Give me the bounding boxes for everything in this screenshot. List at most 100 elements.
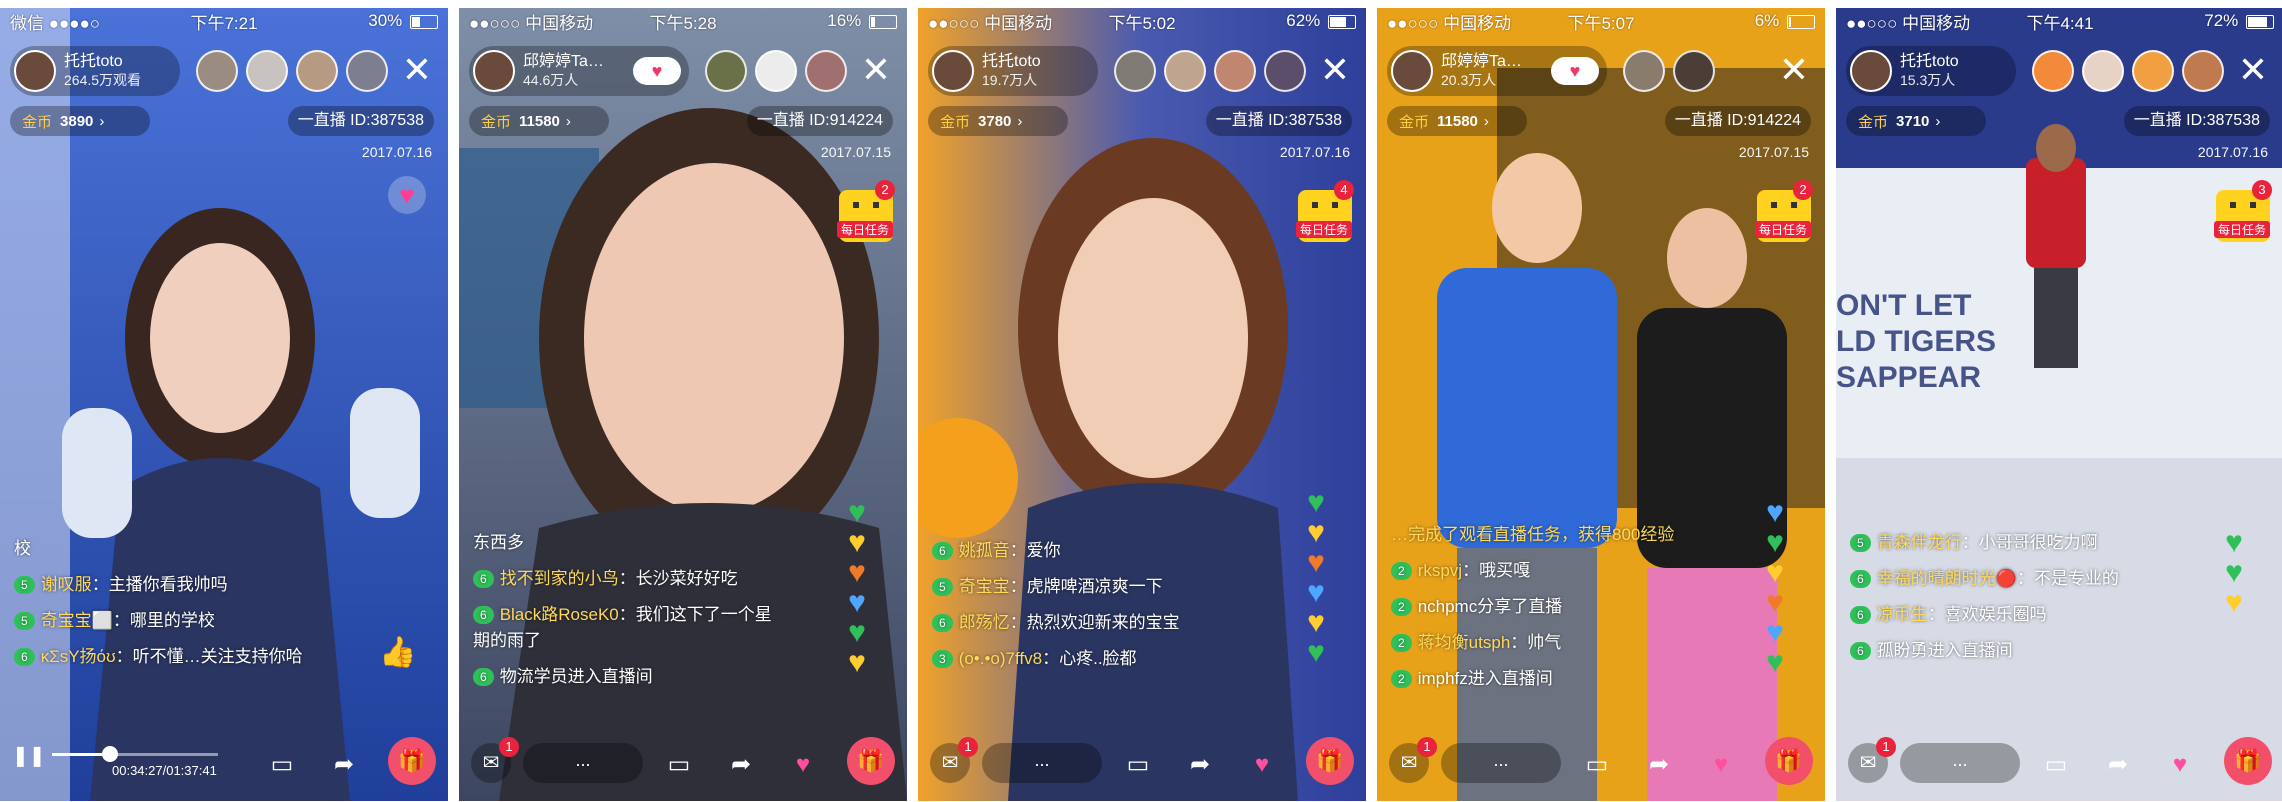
viewer-avatar[interactable]: [346, 50, 388, 92]
viewer-avatar[interactable]: [1623, 50, 1665, 92]
close-icon[interactable]: ✕: [1779, 52, 1809, 88]
comment-input[interactable]: ...: [1441, 743, 1561, 783]
chevron-right-icon: ›: [1017, 112, 1023, 130]
chat-username[interactable]: (o•.•o)7ffv8: [959, 649, 1042, 668]
progress-knob[interactable]: [102, 746, 119, 762]
coin-pill[interactable]: 金币 3890 ›: [10, 106, 150, 136]
viewer-avatar[interactable]: [705, 50, 747, 92]
battery-percent: 62%: [1286, 11, 1321, 30]
host-pill[interactable]: 邱婷婷Ta… 44.6万人 ♥: [469, 46, 689, 96]
heart-icon[interactable]: ♥: [388, 176, 426, 214]
coin-pill[interactable]: 金币 3780 ›: [928, 106, 1068, 136]
chat-username[interactable]: 姚孤音: [959, 541, 1010, 560]
avatar[interactable]: [1391, 50, 1433, 92]
host-pill[interactable]: 托托toto 264.5万观看: [10, 46, 180, 96]
like-icon[interactable]: ♥: [1701, 751, 1741, 779]
daily-task-badge[interactable]: 每日任务 2: [835, 180, 895, 242]
coin-pill[interactable]: 金币 11580 ›: [469, 106, 609, 136]
coin-pill[interactable]: 金币 3710 ›: [1846, 106, 1986, 136]
viewer-avatar[interactable]: [2082, 50, 2124, 92]
chat-list: 东西多 6 找不到家的小鸟：长沙菜好好吃 6 Black路RoseK0：我们这下了一…: [473, 530, 773, 700]
viewer-avatar[interactable]: [1673, 50, 1715, 92]
chat-username[interactable]: 幸福的晴朗时光🔴: [1877, 569, 2017, 588]
close-icon[interactable]: ✕: [1320, 52, 1350, 88]
daily-task-badge[interactable]: 每日任务 3: [2212, 180, 2272, 242]
like-heart-icon: ♥: [2225, 526, 2243, 559]
progress-bar[interactable]: [52, 746, 218, 762]
viewer-avatar[interactable]: [805, 50, 847, 92]
viewer-avatar[interactable]: [1164, 50, 1206, 92]
viewer-avatar[interactable]: [1214, 50, 1256, 92]
viewer-avatar[interactable]: [755, 50, 797, 92]
viewer-avatar[interactable]: [2032, 50, 2074, 92]
avatar[interactable]: [932, 50, 974, 92]
gift-button[interactable]: 🎁: [847, 737, 895, 785]
chat-username[interactable]: 凉币生: [1877, 605, 1928, 624]
chat-username[interactable]: 郎殇忆: [959, 613, 1010, 632]
viewer-avatar[interactable]: [2182, 50, 2224, 92]
chat-username[interactable]: 青森伴龙行: [1877, 533, 1962, 552]
gift-button[interactable]: 🎁: [1765, 737, 1813, 785]
chat-username[interactable]: rkspvj: [1418, 561, 1462, 580]
gift-button[interactable]: 🎁: [1306, 737, 1354, 785]
message-icon[interactable]: ✉ 1: [1848, 737, 1896, 783]
viewer-avatar[interactable]: [1114, 50, 1156, 92]
like-icon[interactable]: ♥: [2160, 751, 2200, 779]
share-icon[interactable]: ➦: [1639, 750, 1679, 779]
message-icon[interactable]: ✉ 1: [471, 737, 519, 783]
viewer-avatar[interactable]: [2132, 50, 2174, 92]
message-icon[interactable]: ✉ 1: [1389, 737, 1437, 783]
comment-input[interactable]: ...: [523, 743, 643, 783]
chat-username[interactable]: 奇宝宝: [959, 577, 1010, 596]
heart-icon: ♥: [651, 60, 663, 81]
viewer-avatar[interactable]: [296, 50, 338, 92]
avatar[interactable]: [14, 50, 56, 92]
follow-button[interactable]: ♥: [1551, 57, 1599, 85]
level-badge: 2: [1391, 634, 1412, 652]
gift-button[interactable]: 🎁: [388, 737, 436, 785]
host-pill[interactable]: 托托toto 15.3万人: [1846, 46, 2016, 96]
host-fans: 19.7万人: [982, 72, 1038, 88]
chat-username[interactable]: 奇宝宝⬜: [41, 611, 113, 630]
share-icon[interactable]: ➦: [721, 750, 761, 779]
viewer-avatar[interactable]: [196, 50, 238, 92]
video-player[interactable]: ❚❚ 00:34:27/01:37:41: [12, 737, 238, 778]
chat-text: ：小哥哥很吃力啊: [1961, 533, 2098, 552]
share-icon[interactable]: ➦: [2098, 750, 2138, 779]
chat-username[interactable]: 找不到家的小鸟: [500, 569, 619, 588]
chat-message: …完成了观看直播任务，获得800经验: [1391, 522, 1691, 548]
camera-icon[interactable]: ▭: [1118, 750, 1158, 779]
host-pill[interactable]: 托托toto 19.7万人: [928, 46, 1098, 96]
chat-username[interactable]: 谢叹服: [41, 575, 92, 594]
like-icon[interactable]: ♥: [1242, 751, 1282, 779]
close-icon[interactable]: ✕: [402, 52, 432, 88]
camera-icon[interactable]: ▭: [659, 750, 699, 779]
battery-percent: 72%: [2204, 11, 2239, 30]
gift-button[interactable]: 🎁: [2224, 737, 2272, 785]
chat-username[interactable]: κΣsY扬όʊ: [41, 647, 116, 666]
comment-input[interactable]: ...: [1900, 743, 2020, 783]
date-stamp: 2017.07.16: [2197, 144, 2268, 160]
message-icon[interactable]: ✉ 1: [930, 737, 978, 783]
avatar[interactable]: [1850, 50, 1892, 92]
camera-icon[interactable]: ▭: [2036, 750, 2076, 779]
camera-icon[interactable]: ▭: [1577, 750, 1617, 779]
share-icon[interactable]: ➦: [324, 750, 364, 779]
coin-pill[interactable]: 金币 11580 ›: [1387, 106, 1527, 136]
viewer-avatar[interactable]: [1264, 50, 1306, 92]
chat-username[interactable]: 蒋均衡utsph: [1418, 633, 1511, 652]
avatar[interactable]: [473, 50, 515, 92]
camera-icon[interactable]: ▭: [262, 750, 302, 779]
host-pill[interactable]: 邱婷婷Ta… 20.3万人 ♥: [1387, 46, 1607, 96]
follow-button[interactable]: ♥: [633, 57, 681, 85]
close-icon[interactable]: ✕: [2238, 52, 2268, 88]
share-icon[interactable]: ➦: [1180, 750, 1220, 779]
daily-task-badge[interactable]: 每日任务 4: [1294, 180, 1354, 242]
daily-task-badge[interactable]: 每日任务 2: [1753, 180, 1813, 242]
chat-username[interactable]: Black路RoseK0: [500, 605, 619, 624]
close-icon[interactable]: ✕: [861, 52, 891, 88]
like-icon[interactable]: ♥: [783, 751, 823, 779]
viewer-avatar[interactable]: [246, 50, 288, 92]
comment-input[interactable]: ...: [982, 743, 1102, 783]
pause-icon[interactable]: ❚❚: [12, 743, 46, 768]
